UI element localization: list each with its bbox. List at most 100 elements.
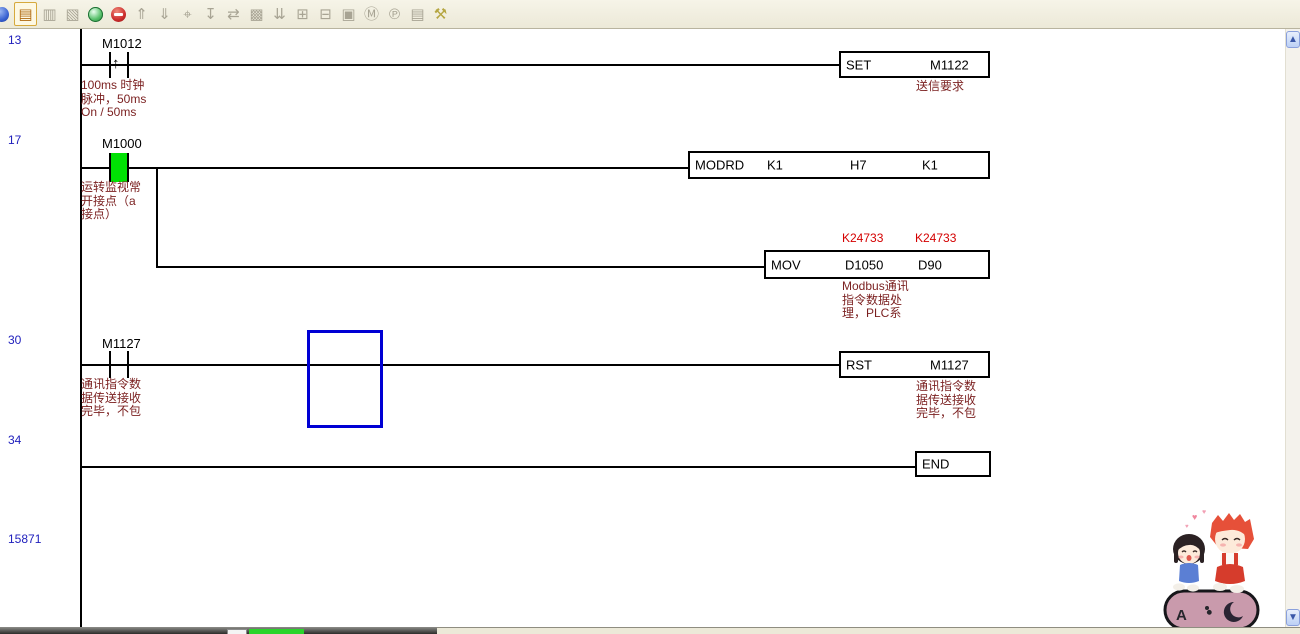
ladder-insert-glyph: ⊞ [296,7,309,22]
sticker-letter: A [1176,607,1187,624]
ladder-canvas[interactable]: 13 17 30 34 15871 M1012 ↑ 100ms 时钟 脉冲，50… [0,29,1286,627]
step-number: 30 [8,333,21,347]
contact-bar[interactable] [109,351,111,378]
satellite-icon[interactable]: ⌖ [177,3,198,25]
instruction-operand: K1 [767,158,783,173]
instruction-operand: D90 [918,257,942,272]
instruction-operand: K1 [922,158,938,173]
window-cascade-icon[interactable]: ⊟ [315,3,336,25]
satellite-glyph: ⌖ [183,7,191,22]
ladder-view-glyph: ▤ [18,7,32,22]
binary-monitor-glyph: ▩ [249,7,263,22]
mov-instruction-box[interactable]: MOV D1050 D90 [764,250,990,279]
vertical-scrollbar[interactable]: ▲ ▼ [1285,29,1300,627]
ladder-view-icon[interactable]: ▤ [14,2,37,26]
rung-line [156,266,766,268]
contact-bar[interactable] [127,153,129,182]
sphere-icon[interactable] [0,3,12,25]
tool-icon[interactable]: ⚒ [430,3,451,25]
contact-bar[interactable] [127,351,129,378]
pc-upload-icon[interactable]: ⇑ [131,3,152,25]
monitor-value: K24733 [842,231,883,245]
bottom-green-chip [249,629,304,634]
instruction-comment: Modbus通讯 指令数据处 理，PLC系 [842,280,909,321]
stop-glyph [111,7,126,22]
modrd-instruction-box[interactable]: MODRD K1 H7 K1 [688,151,990,179]
svg-text:♥: ♥ [1192,512,1197,522]
instruction-operand: M1122 [930,57,969,72]
chibi-couple-art: ♥ ♥ ♥ [1162,507,1262,631]
monitor-on-highlight [111,153,127,182]
stop-icon[interactable] [108,3,129,25]
scroll-down-button[interactable]: ▼ [1286,609,1300,626]
chevron-up-icon: ▲ [1288,35,1298,45]
step-number: 34 [8,433,21,447]
device-comment: 通讯指令数 据传送接收 完毕，不包 [81,378,141,419]
code-convert-glyph: ⇄ [227,7,240,22]
toolbar: ▤ ▥ ▧ ⇑ ⇓ ⌖ ↧ ⇄ ▩ ⇊ ⊞ ⊟ ▣ Ⓜ ℗ ▤ ⚒ [0,0,1300,29]
instruction-op: MOV [771,257,801,272]
step-number: 15871 [8,532,41,546]
device-comment: 运转监视常 开接点（a 接点） [81,181,141,222]
edit-cursor-rect[interactable] [307,330,383,428]
contact-device-label: M1127 [102,336,141,351]
paste-window-glyph: ▧ [65,7,79,22]
monitor-value: K24733 [915,231,956,245]
svg-text:♥: ♥ [1202,509,1206,516]
contact-bar[interactable] [127,52,129,78]
contact-bar[interactable] [109,153,111,182]
instruction-comment: 通讯指令数 据传送接收 完毕，不包 [916,380,976,421]
contact-device-label: M1012 [102,36,142,51]
instruction-operand: D1050 [845,257,883,272]
tool-glyph: ⚒ [434,7,447,22]
globe-icon[interactable] [85,3,106,25]
step-number: 17 [8,133,21,147]
blue-sphere-glyph [0,7,9,22]
magnifier-m-glyph: Ⓜ [364,7,379,22]
end-instruction-box[interactable]: END [915,451,991,477]
set-instruction-box[interactable]: SET M1122 [839,51,990,78]
code-download-icon[interactable]: ↧ [200,3,221,25]
contact-bar[interactable] [109,52,111,78]
magnifier-p-glyph: ℗ [389,7,400,22]
instruction-operand: M1127 [930,357,969,372]
bottom-light-strip [437,627,1300,634]
magnifier-p-icon[interactable]: ℗ [384,3,405,25]
scroll-up-button[interactable]: ▲ [1286,31,1300,48]
screen-glyph: ▣ [341,7,355,22]
binary-download-icon[interactable]: ⇊ [269,3,290,25]
chibi-couple-sticker[interactable]: ♥ ♥ ♥ [1162,507,1262,631]
magnifier-m-icon[interactable]: Ⓜ [361,3,382,25]
network-monitor-glyph: ▤ [410,7,424,22]
window-cascade-glyph: ⊟ [319,7,332,22]
ladder-insert-icon[interactable]: ⊞ [292,3,313,25]
chevron-down-icon: ▼ [1288,613,1298,623]
code-download-glyph: ↧ [204,7,217,22]
instruction-op: MODRD [695,158,744,173]
bottom-white-chip [227,629,247,634]
rung-line [80,167,688,169]
branch-line [156,167,158,267]
plc-ladder-monitor-window: ▤ ▥ ▧ ⇑ ⇓ ⌖ ↧ ⇄ ▩ ⇊ ⊞ ⊟ ▣ Ⓜ ℗ ▤ ⚒ 13 17 … [0,0,1300,634]
step-number: 13 [8,33,21,47]
svg-text:♥: ♥ [1185,524,1189,530]
pc-download-icon[interactable]: ⇓ [154,3,175,25]
ladder-monitor-icon[interactable]: ▥ [39,3,60,25]
paste-window-icon[interactable]: ▧ [62,3,83,25]
ladder-monitor-glyph: ▥ [42,7,56,22]
pc-download-glyph: ⇓ [158,7,171,22]
pc-upload-glyph: ⇑ [135,7,148,22]
globe-glyph [88,7,103,22]
screen-icon[interactable]: ▣ [338,3,359,25]
rung-line [80,64,839,66]
binary-monitor-icon[interactable]: ▩ [246,3,267,25]
instruction-comment: 送信要求 [916,80,964,94]
rising-pulse-icon: ↑ [112,55,120,72]
instruction-operand: H7 [850,158,867,173]
rung-line [80,364,839,366]
rung-line [80,466,915,468]
rst-instruction-box[interactable]: RST M1127 [839,351,990,378]
network-monitor-icon[interactable]: ▤ [407,3,428,25]
binary-download-glyph: ⇊ [273,7,286,22]
code-convert-icon[interactable]: ⇄ [223,3,244,25]
